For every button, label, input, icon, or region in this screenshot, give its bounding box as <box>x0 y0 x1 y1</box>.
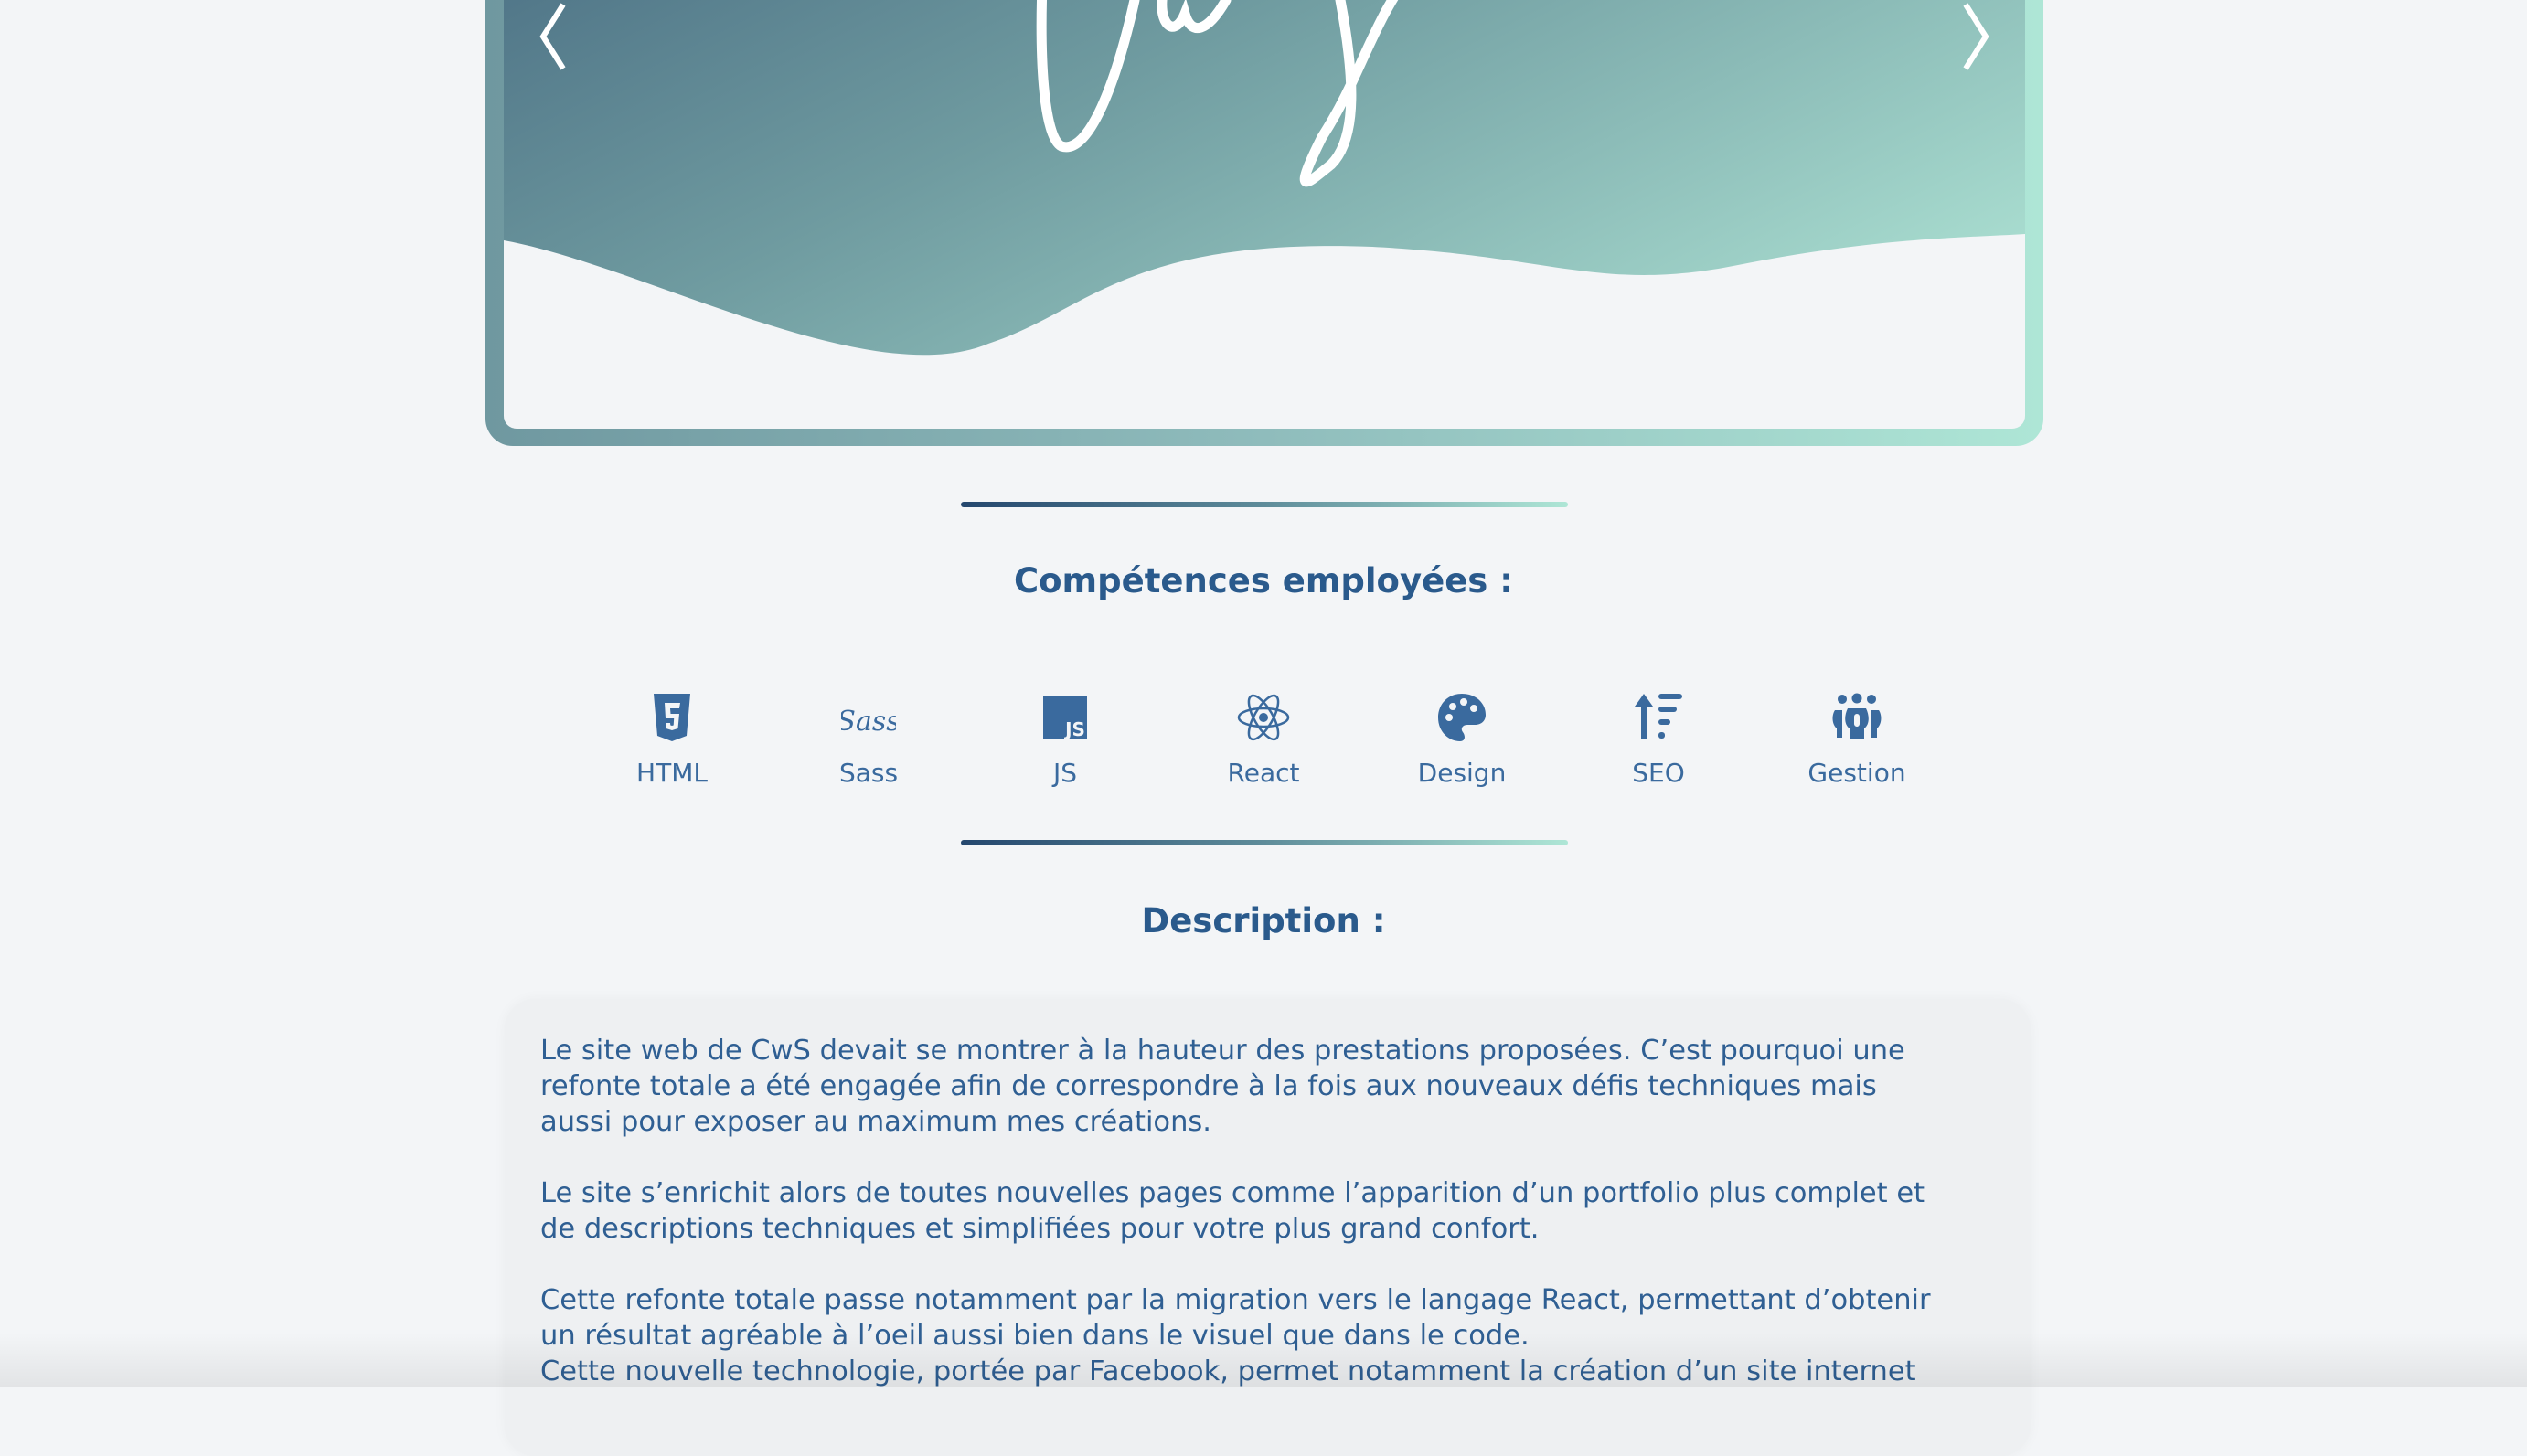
skill-label: HTML <box>636 758 708 788</box>
text-line: Cette nouvelle technologie, portée par F… <box>540 1355 1916 1387</box>
text-line: Le site web de CwS devait se montrer à l… <box>540 1035 1905 1067</box>
skill-label: Sass <box>838 758 899 788</box>
palette-icon <box>1438 694 1486 741</box>
text-line: un résultat agréable à l’oeil aussi bien… <box>540 1320 1530 1352</box>
skill-label: Design <box>1417 758 1507 788</box>
skill-design: Design <box>1370 690 1553 788</box>
section-divider <box>961 840 1568 845</box>
skill-label: React <box>1227 758 1300 788</box>
react-icon <box>1237 694 1290 741</box>
people-group-icon <box>1832 693 1882 739</box>
skill-label: JS <box>1052 758 1078 788</box>
sort-up-icon <box>1635 694 1682 739</box>
text-line: Le site s’enrichit alors de toutes nouve… <box>540 1177 1925 1209</box>
carousel-slide <box>504 0 2025 429</box>
skill-js: JS JS <box>974 690 1157 788</box>
skill-gestion: Gestion <box>1765 690 1948 788</box>
description-paragraph: Le site s’enrichit alors de toutes nouve… <box>540 1175 1931 1247</box>
chevron-right-icon <box>1963 3 1989 70</box>
js-icon: JS <box>1043 696 1087 740</box>
carousel-prev-button[interactable] <box>527 0 581 73</box>
svg-text:Sass: Sass <box>841 706 896 738</box>
slide-banner-image <box>504 0 2025 429</box>
skill-label: Gestion <box>1807 758 1906 788</box>
skill-sass: Sass Sass <box>777 690 960 788</box>
skill-html: HTML <box>581 690 763 788</box>
skill-react: React <box>1172 690 1355 788</box>
project-carousel <box>485 0 2043 446</box>
svg-text:JS: JS <box>1063 718 1085 740</box>
skill-seo: SEO <box>1567 690 1750 788</box>
html5-icon <box>654 694 690 741</box>
text-line: aussi pour exposer au maximum mes créati… <box>540 1106 1211 1138</box>
text-line: refonte totale a été engagée afin de cor… <box>540 1070 1877 1102</box>
text-line: Cette refonte totale passe notamment par… <box>540 1284 1931 1316</box>
description-title: Description : <box>1141 901 1386 941</box>
description-paragraph: Le site web de CwS devait se montrer à l… <box>540 1033 1931 1140</box>
sass-icon: Sass <box>841 706 896 738</box>
description-text: Le site web de CwS devait se montrer à l… <box>540 1033 1931 1425</box>
text-line: de descriptions techniques et simplifiée… <box>540 1213 1540 1245</box>
skills-title: Compétences employées : <box>1013 561 1513 600</box>
carousel-next-button[interactable] <box>1947 0 2002 73</box>
chevron-left-icon <box>539 3 566 70</box>
description-paragraph: Cette refonte totale passe notamment par… <box>540 1282 1931 1389</box>
skill-label: SEO <box>1632 758 1685 788</box>
section-divider <box>961 502 1568 507</box>
